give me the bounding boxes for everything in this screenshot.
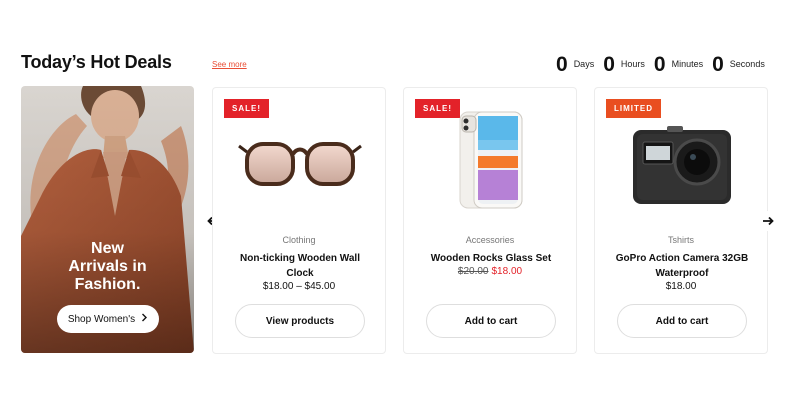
product-old-price: $20.00 <box>457 266 489 277</box>
product-sale-price: $18.00 <box>491 266 523 277</box>
banner-headline: New Arrivals in Fashion. <box>21 240 194 294</box>
product-card[interactable]: SALE! Accessories Wooden Rocks Glass Set… <box>403 87 577 354</box>
banner-headline-line-3: Fashion. <box>74 276 141 293</box>
product-card[interactable]: LIMITED Tshirts GoPro Action Camera 32GB… <box>594 87 768 354</box>
countdown-seconds-value: 0 <box>712 52 724 76</box>
banner-headline-line-2: Arrivals in <box>68 258 147 275</box>
add-to-cart-button[interactable]: Add to cart <box>426 304 556 338</box>
shop-womens-button[interactable]: Shop Women's <box>57 305 159 333</box>
product-category: Clothing <box>282 235 316 245</box>
product-category: Accessories <box>465 235 515 245</box>
countdown-minutes-value: 0 <box>653 52 666 76</box>
product-name[interactable]: Non-ticking Wooden Wall Clock <box>228 251 372 281</box>
countdown-hours-value: 0 <box>603 52 615 76</box>
action-camera-icon <box>633 126 731 204</box>
view-products-button[interactable]: View products <box>235 304 365 338</box>
countdown-days-value: 0 <box>556 52 568 76</box>
arrow-right-icon <box>762 214 774 229</box>
chevron-right-icon <box>141 313 148 325</box>
page-title: Today’s Hot Deals <box>21 52 172 72</box>
see-more-link[interactable]: See more <box>212 60 247 69</box>
product-name[interactable]: Wooden Rocks Glass Set <box>419 251 563 266</box>
fashion-promo-banner[interactable]: New Arrivals in Fashion. Shop Women's <box>21 86 194 353</box>
banner-headline-line-1: New <box>91 240 124 257</box>
product-category: Tshirts <box>667 235 694 245</box>
countdown-seconds-label: Seconds <box>729 59 765 69</box>
add-to-cart-button[interactable]: Add to cart <box>617 304 747 338</box>
countdown-hours-label: Hours <box>620 59 645 69</box>
product-card[interactable]: SALE! Clothing Non-ticking Wooden Wall C… <box>212 87 386 354</box>
countdown-days-label: Days <box>573 59 595 69</box>
product-price: $18.00 – $45.00 <box>262 281 336 292</box>
product-name[interactable]: GoPro Action Camera 32GB Waterproof <box>610 251 754 281</box>
countdown-minutes-label: Minutes <box>671 59 704 69</box>
smartphone-icon <box>459 111 523 209</box>
carousel-next-button[interactable] <box>758 211 778 231</box>
product-price: $20.00 $18.00 <box>404 266 576 277</box>
sunglasses-icon <box>238 142 362 186</box>
product-price: $18.00 <box>665 281 697 292</box>
shop-womens-label: Shop Women's <box>67 313 136 325</box>
countdown-timer: 0 Days 0 Hours 0 Minutes 0 Seconds <box>556 52 774 76</box>
